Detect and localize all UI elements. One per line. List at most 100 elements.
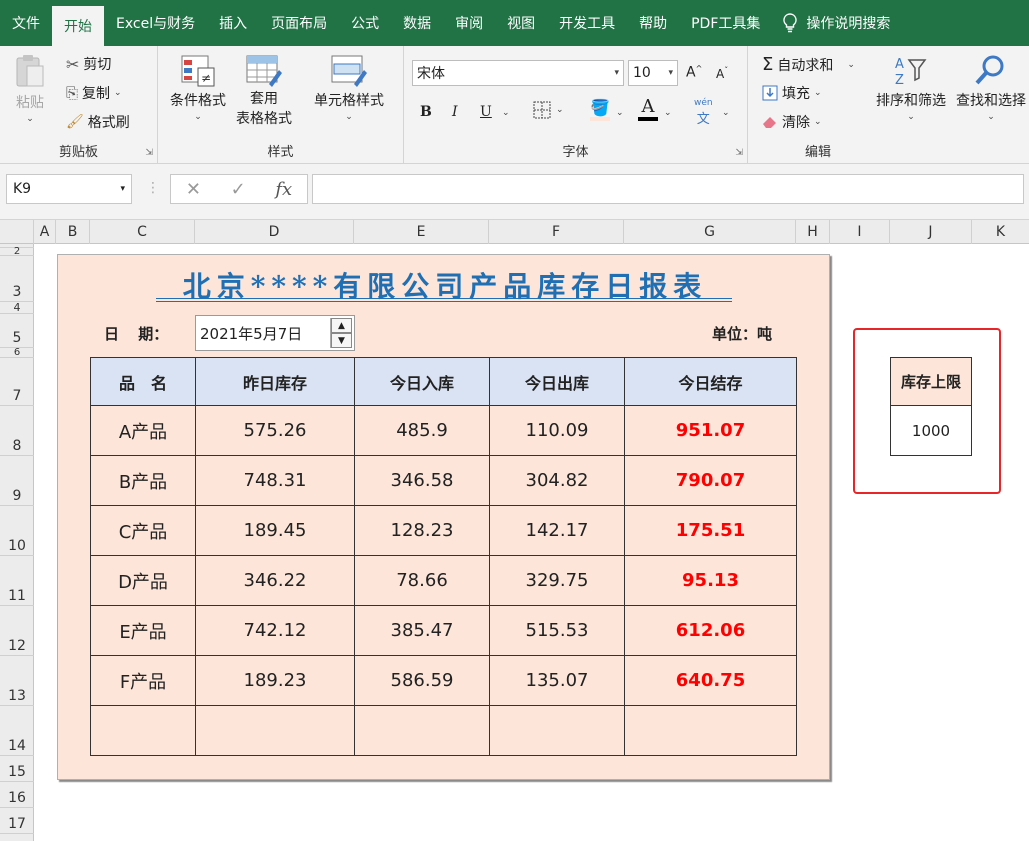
column-header[interactable]: F [489,220,624,244]
decrease-font-button[interactable]: Aˇ [716,66,728,81]
chevron-down-icon[interactable]: ⌄ [722,108,730,118]
row-header[interactable]: 6 [0,347,34,358]
today-out-cell[interactable]: 135.07 [489,655,625,706]
fill-color-button[interactable]: 🪣 [590,98,610,121]
font-size-select[interactable]: 10 ▾ [628,60,678,86]
header-yesterday-stock[interactable]: 昨日库存 [195,357,355,406]
column-header[interactable]: E [354,220,489,244]
header-today-in[interactable]: 今日入库 [354,357,490,406]
row-header[interactable]: 16 [0,782,34,808]
balance-cell[interactable]: 951.07 [624,405,797,456]
row-header[interactable]: 15 [0,756,34,782]
underline-button[interactable]: U [480,104,492,120]
today-in-cell[interactable]: 485.9 [354,405,490,456]
dialog-launcher-icon[interactable]: ⇲ [735,148,743,158]
tab-home[interactable]: 开始 [52,6,104,46]
yesterday-stock-cell[interactable]: 189.45 [195,505,355,556]
balance-cell[interactable]: 175.51 [624,505,797,556]
phonetic-guide-button[interactable]: wén 文 [694,98,713,127]
drag-handle[interactable]: ⋮ [146,180,160,196]
tab-formulas[interactable]: 公式 [339,0,391,46]
today-in-cell[interactable] [354,705,490,756]
spin-up-icon[interactable]: ▲ [331,318,352,333]
today-in-cell[interactable]: 128.23 [354,505,490,556]
today-out-cell[interactable] [489,705,625,756]
row-header[interactable]: 14 [0,706,34,756]
column-header[interactable]: C [90,220,195,244]
paste-button[interactable]: 粘贴 ⌄ [14,54,46,124]
product-cell[interactable]: B产品 [90,455,196,506]
row-header[interactable]: 3 [0,256,34,302]
tab-developer[interactable]: 开发工具 [547,0,627,46]
column-header[interactable]: G [624,220,796,244]
row-header[interactable]: 8 [0,406,34,456]
italic-button[interactable]: I [452,104,458,120]
product-cell[interactable]: A产品 [90,405,196,456]
balance-cell[interactable]: 790.07 [624,455,797,506]
balance-cell[interactable]: 640.75 [624,655,797,706]
cancel-icon[interactable]: ✕ [186,179,201,200]
increase-font-button[interactable]: A^ [686,64,702,81]
yesterday-stock-cell[interactable]: 346.22 [195,555,355,606]
formula-input[interactable] [312,174,1024,204]
row-header[interactable]: 4 [0,301,34,314]
header-product[interactable]: 品 名 [90,357,196,406]
row-header[interactable]: 2 [0,246,34,257]
balance-cell[interactable] [624,705,797,756]
product-cell[interactable]: C产品 [90,505,196,556]
clear-button[interactable]: 清除 ⌄ [762,112,822,132]
row-header[interactable]: 5 [0,314,34,348]
font-color-button[interactable]: A [638,96,658,121]
row-header[interactable]: 10 [0,506,34,556]
yesterday-stock-cell[interactable]: 575.26 [195,405,355,456]
cut-button[interactable]: ✂ 剪切 [66,54,111,74]
column-header[interactable]: K [972,220,1029,244]
tab-pdf-tools[interactable]: PDF工具集 [679,0,772,46]
yesterday-stock-cell[interactable]: 189.23 [195,655,355,706]
today-in-cell[interactable]: 78.66 [354,555,490,606]
enter-icon[interactable]: ✓ [231,179,246,200]
tell-me-search[interactable]: 操作说明搜索 [782,0,890,46]
column-header[interactable]: H [796,220,830,244]
autosum-button[interactable]: Σ 自动求和 ⌄ [762,54,855,75]
today-out-cell[interactable]: 515.53 [489,605,625,656]
format-as-table-button[interactable]: 套用 表格格式 [236,54,292,128]
today-out-cell[interactable]: 142.17 [489,505,625,556]
yesterday-stock-cell[interactable] [195,705,355,756]
product-cell[interactable] [90,705,196,756]
borders-button[interactable]: ⌄ [532,100,564,120]
today-in-cell[interactable]: 346.58 [354,455,490,506]
stock-limit-value[interactable]: 1000 [890,405,972,456]
date-field[interactable]: 2021年5月7日 ▲ ▼ [195,315,355,351]
find-select-button[interactable]: 查找和选择 ⌄ [956,54,1026,122]
chevron-down-icon[interactable]: ⌄ [664,108,672,118]
today-in-cell[interactable]: 385.47 [354,605,490,656]
bold-button[interactable]: B [420,104,432,120]
row-header[interactable]: 17 [0,808,34,834]
tab-view[interactable]: 视图 [495,0,547,46]
tab-insert[interactable]: 插入 [207,0,259,46]
dialog-launcher-icon[interactable]: ⇲ [145,148,153,158]
fill-button[interactable]: 填充 ⌄ [762,83,822,103]
chevron-down-icon[interactable]: ⌄ [502,108,510,118]
today-out-cell[interactable]: 110.09 [489,405,625,456]
fx-icon[interactable]: fx [275,179,292,200]
cell-styles-button[interactable]: 单元格样式 ⌄ [314,54,384,122]
column-header[interactable]: A [34,220,56,244]
column-header[interactable]: J [890,220,972,244]
chevron-down-icon[interactable]: ⌄ [616,108,624,118]
row-header[interactable]: 9 [0,456,34,506]
row-header[interactable]: 12 [0,606,34,656]
tab-help[interactable]: 帮助 [627,0,679,46]
row-header[interactable]: 7 [0,358,34,406]
today-in-cell[interactable]: 586.59 [354,655,490,706]
spin-down-icon[interactable]: ▼ [331,333,352,348]
yesterday-stock-cell[interactable]: 748.31 [195,455,355,506]
balance-cell[interactable]: 612.06 [624,605,797,656]
sort-filter-button[interactable]: AZ 排序和筛选 ⌄ [876,54,946,122]
format-painter-button[interactable]: 🖌 格式刷 [66,112,130,132]
conditional-format-button[interactable]: ≠ 条件格式 ⌄ [170,54,226,122]
tab-review[interactable]: 审阅 [443,0,495,46]
font-name-select[interactable]: 宋体 ▾ [412,60,624,86]
column-header[interactable]: B [56,220,90,244]
